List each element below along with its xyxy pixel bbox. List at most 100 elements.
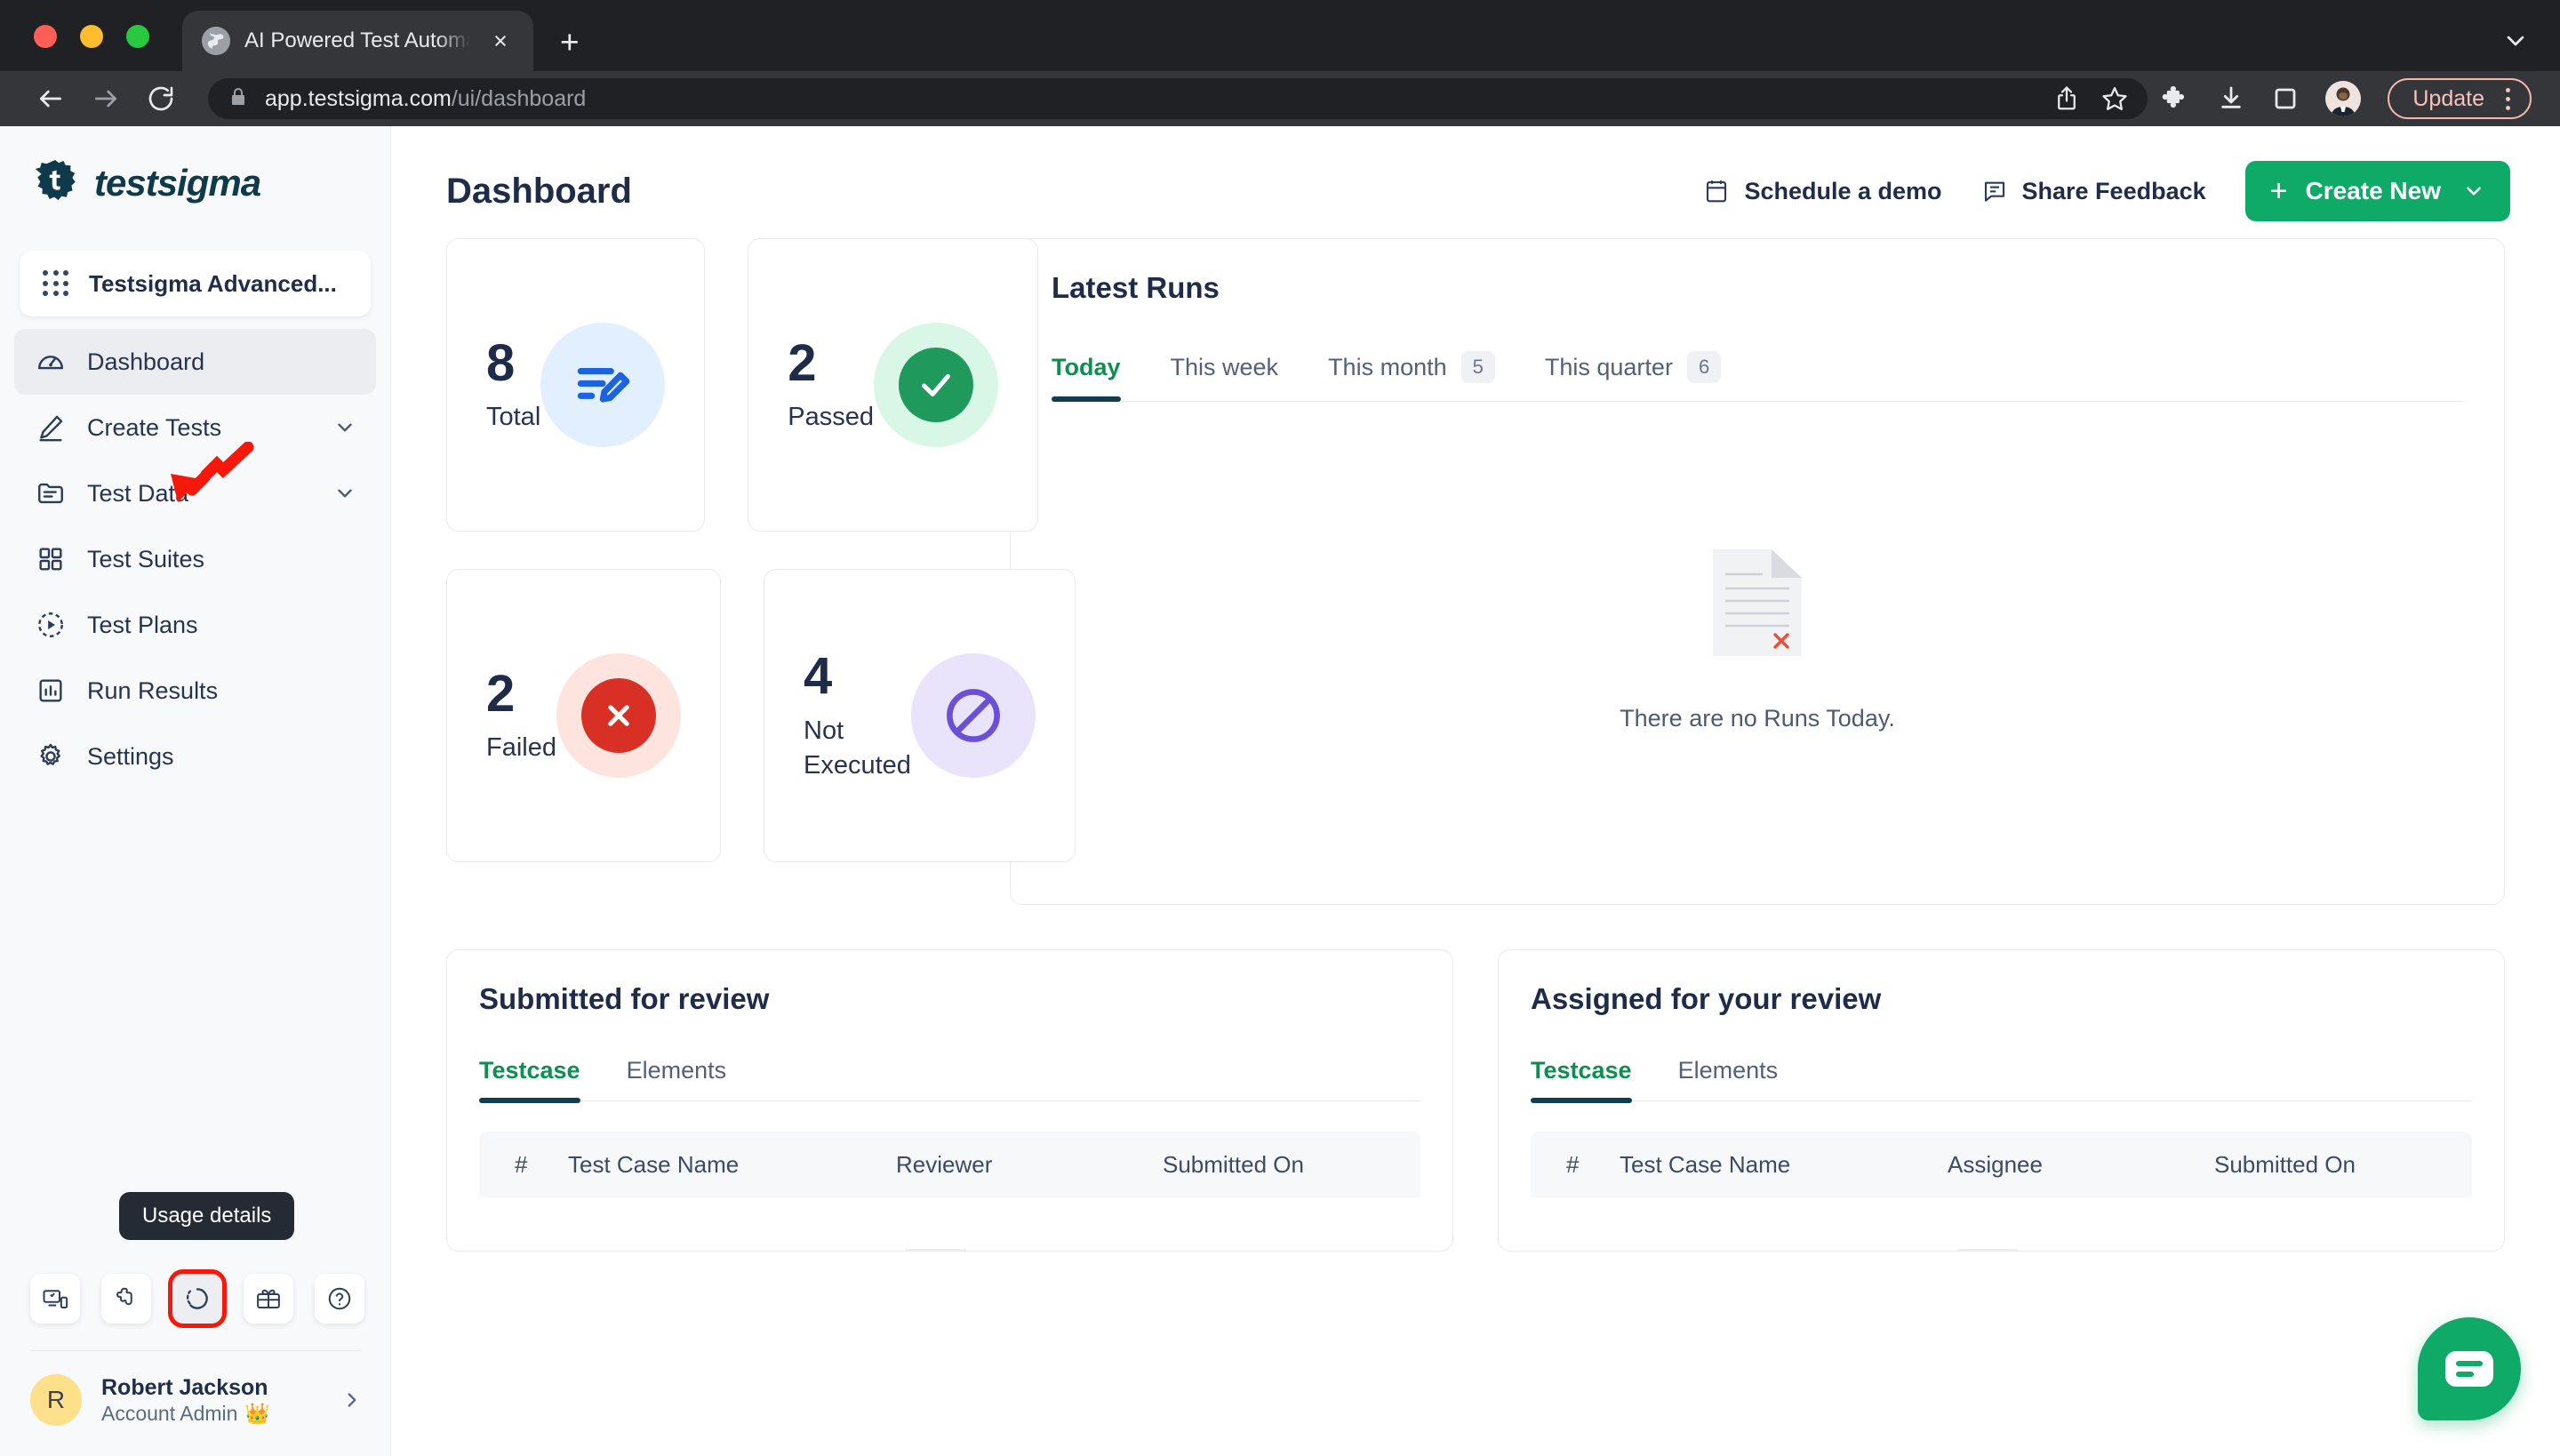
- stat-cards: 8 Total 2 Passed 2 Failed 4 Not Executed: [446, 238, 1076, 862]
- latest-runs-empty-text: There are no Runs Today.: [1620, 704, 1895, 732]
- tab-testcase[interactable]: Testcase: [1531, 1057, 1655, 1103]
- submitted-review-table-header: # Test Case Name Reviewer Submitted On: [479, 1132, 1420, 1197]
- sidebar-item-label: Dashboard: [87, 348, 205, 375]
- column-header-reviewer: Reviewer: [896, 1150, 993, 1178]
- back-arrow-icon[interactable]: [23, 71, 78, 126]
- browser-window: AI Powered Test Automation Platform × + …: [0, 0, 2560, 1456]
- share-feedback-label: Share Feedback: [2021, 177, 2206, 204]
- chevron-down-icon[interactable]: [2462, 180, 2485, 203]
- cross-icon: [556, 653, 681, 778]
- chat-widget-button[interactable]: [2418, 1317, 2521, 1420]
- column-header-index: #: [1566, 1150, 1580, 1178]
- brand-name: testsigma: [94, 162, 261, 204]
- tab-count: 5: [1460, 351, 1495, 383]
- plus-icon: +: [2269, 174, 2288, 208]
- share-feedback-button[interactable]: Share Feedback: [1981, 178, 2206, 205]
- submitted-for-review-title: Submitted for review: [479, 982, 770, 1015]
- update-button[interactable]: Update: [2388, 78, 2532, 119]
- close-window-button[interactable]: [34, 25, 57, 48]
- sidebar-item-run-results[interactable]: Run Results: [14, 658, 376, 724]
- browser-tab-active[interactable]: AI Powered Test Automation Platform ×: [182, 11, 533, 71]
- sidebar-item-test-suites[interactable]: Test Suites: [14, 526, 376, 592]
- project-selector[interactable]: Testsigma Advanced...: [20, 251, 371, 316]
- close-icon[interactable]: ×: [487, 28, 514, 53]
- usage-donut-icon[interactable]: [168, 1268, 227, 1328]
- kebab-menu-icon[interactable]: [2506, 87, 2510, 110]
- browser-toolbar: app.testsigma.com/ui/dashboard Update: [0, 71, 2560, 126]
- tab-count: 6: [1686, 351, 1722, 383]
- chevron-right-icon[interactable]: [340, 1388, 364, 1412]
- stat-card-total[interactable]: 8 Total: [446, 238, 706, 532]
- stat-label: Not Executed: [804, 716, 911, 780]
- url-path: /ui/dashboard: [451, 85, 587, 111]
- sidebar-item-create-tests[interactable]: Create Tests: [14, 395, 376, 460]
- forward-arrow-icon[interactable]: [78, 71, 133, 126]
- column-header-submitted-on: Submitted On: [1163, 1150, 1304, 1178]
- assigned-for-review-card: Assigned for your review Testcase Elemen…: [1498, 949, 2505, 1252]
- assigned-review-empty-state: [1499, 1247, 2504, 1251]
- gift-card-icon[interactable]: [244, 1273, 293, 1324]
- pencil-icon: [34, 412, 68, 443]
- calendar-icon: [1703, 178, 1730, 204]
- star-icon[interactable]: [2101, 85, 2128, 112]
- download-icon[interactable]: [2217, 84, 2245, 113]
- sidebar-item-label: Test Data: [87, 479, 189, 507]
- puzzle-icon[interactable]: [2160, 84, 2190, 114]
- toolbar-right-actions: Update: [2160, 78, 2537, 119]
- submitted-review-empty-state: [447, 1247, 1452, 1251]
- stat-value: 8: [486, 333, 516, 392]
- blocked-icon: [910, 653, 1036, 778]
- chevron-down-icon[interactable]: [333, 416, 356, 439]
- create-new-button[interactable]: + Create New: [2244, 161, 2510, 221]
- chevron-down-icon[interactable]: [333, 482, 356, 505]
- tab-elements[interactable]: Elements: [1655, 1057, 1802, 1100]
- sidebar-item-settings[interactable]: Settings: [14, 724, 376, 789]
- tab-testcase[interactable]: Testcase: [479, 1057, 604, 1103]
- sidebar-user-row[interactable]: R Robert Jackson Account Admin 👑: [0, 1351, 390, 1456]
- address-bar[interactable]: app.testsigma.com/ui/dashboard: [208, 78, 2148, 119]
- main-content: Dashboard Schedule a demo Share Feedback: [391, 126, 2560, 1456]
- tab-this-quarter[interactable]: This quarter 6: [1520, 351, 1746, 401]
- sidebar-footer: Usage details R Robert Jackson Account A…: [0, 1191, 390, 1456]
- tab-this-week[interactable]: This week: [1146, 354, 1304, 399]
- speedometer-icon: [34, 347, 68, 377]
- schedule-demo-button[interactable]: Schedule a demo: [1703, 178, 1942, 205]
- play-circle-dashed-icon: [34, 610, 68, 640]
- help-question-icon[interactable]: [315, 1273, 364, 1324]
- maximize-window-button[interactable]: [126, 25, 149, 48]
- stat-card-failed[interactable]: 2 Failed: [446, 569, 721, 862]
- sidebar-item-test-plans[interactable]: Test Plans: [14, 592, 376, 658]
- column-header-test-case-name: Test Case Name: [568, 1150, 740, 1178]
- sidebar-item-dashboard[interactable]: Dashboard: [14, 329, 376, 395]
- stat-card-passed[interactable]: 2 Passed: [748, 238, 1038, 532]
- column-header-submitted-on: Submitted On: [2214, 1150, 2356, 1178]
- side-panel-icon[interactable]: [2272, 85, 2299, 112]
- reload-icon[interactable]: [133, 71, 188, 126]
- profile-avatar[interactable]: [2325, 81, 2362, 116]
- sidebar-item-label: Create Tests: [87, 413, 222, 441]
- column-header-index: #: [515, 1150, 528, 1178]
- sidebar-item-label: Run Results: [87, 676, 219, 704]
- sidebar-item-label: Test Suites: [87, 545, 205, 572]
- stat-card-not-executed[interactable]: 4 Not Executed: [764, 569, 1076, 862]
- column-header-assignee: Assignee: [1948, 1150, 2043, 1178]
- tab-elements[interactable]: Elements: [604, 1057, 750, 1100]
- usage-details-tooltip: Usage details: [119, 1191, 295, 1240]
- browser-tabstrip: AI Powered Test Automation Platform × +: [0, 0, 2560, 71]
- tab-this-month[interactable]: This month 5: [1303, 351, 1520, 401]
- chevron-down-icon[interactable]: [2501, 27, 2530, 60]
- bottom-section: Submitted for review Testcase Elements #…: [446, 949, 2505, 1252]
- devices-icon[interactable]: [30, 1273, 80, 1324]
- sidebar-item-test-data[interactable]: Test Data: [14, 460, 376, 526]
- assigned-review-tabs: Testcase Elements: [1531, 1057, 2472, 1103]
- globe-icon: [202, 27, 230, 55]
- puzzle-piece-icon[interactable]: [101, 1273, 151, 1324]
- edit-list-icon: [540, 323, 666, 447]
- new-tab-button[interactable]: +: [560, 26, 580, 59]
- sidebar-utility-row: [0, 1268, 390, 1350]
- share-icon[interactable]: [2053, 85, 2080, 112]
- sidebar-nav: Dashboard Create Tests Test Data Test Su…: [0, 322, 390, 789]
- minimize-window-button[interactable]: [80, 25, 103, 48]
- tab-today[interactable]: Today: [1052, 354, 1146, 402]
- brand-logo[interactable]: testsigma: [0, 126, 390, 229]
